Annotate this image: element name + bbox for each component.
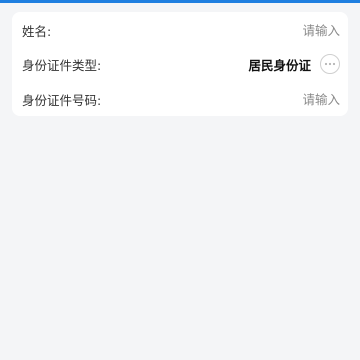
id-number-row: 身份证件号码:: [12, 83, 348, 115]
identity-form-card: 姓名: 身份证件类型: 居民身份证 身份证件号码:: [12, 12, 348, 116]
id-type-row: 身份证件类型: 居民身份证: [12, 48, 348, 80]
name-row: 姓名:: [12, 14, 348, 46]
more-dots-icon[interactable]: [320, 54, 340, 74]
name-input[interactable]: [190, 22, 340, 38]
id-number-label: 身份证件号码:: [22, 92, 102, 108]
id-number-input[interactable]: [190, 91, 340, 107]
id-type-label: 身份证件类型:: [22, 57, 102, 73]
name-label: 姓名:: [22, 23, 52, 39]
top-accent-bar: [0, 0, 360, 3]
id-type-value: 居民身份证: [248, 57, 311, 73]
id-type-select[interactable]: 居民身份证: [248, 54, 340, 74]
